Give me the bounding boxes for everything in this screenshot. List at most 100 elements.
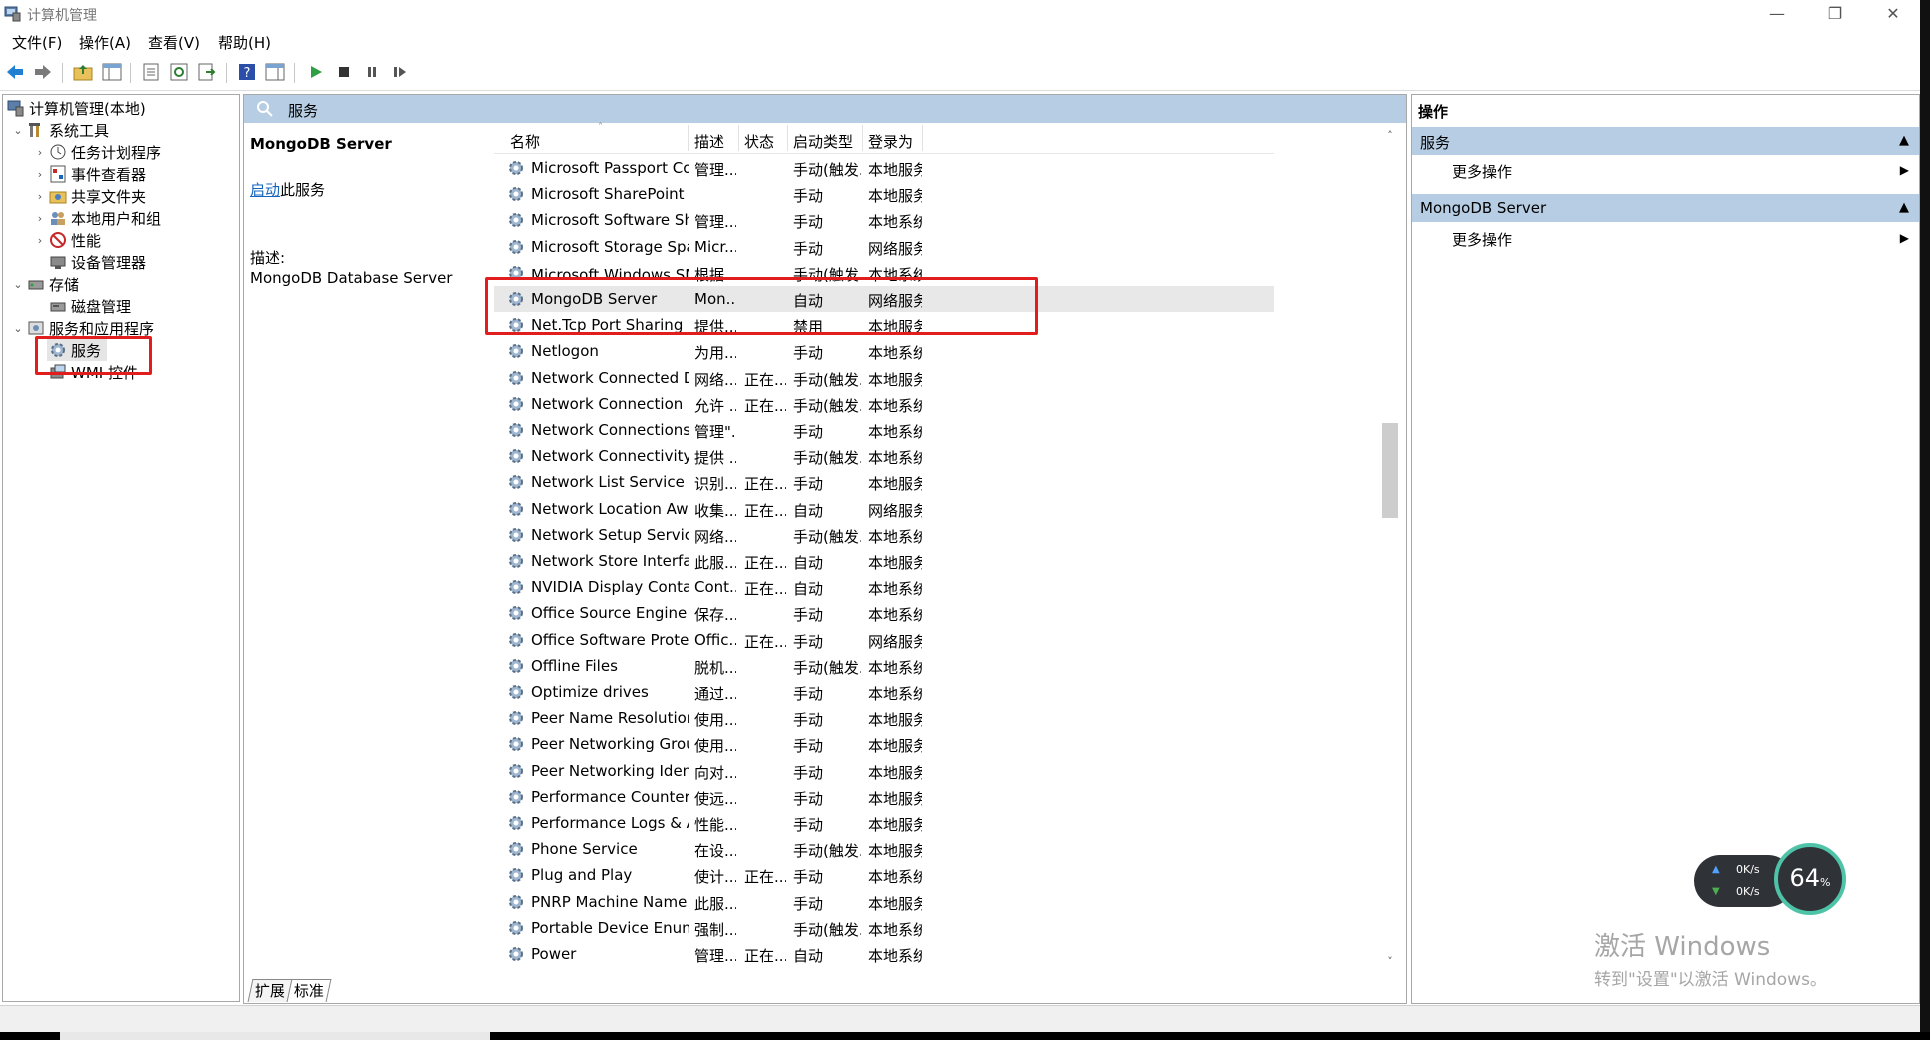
maximize-button[interactable]: ❐ <box>1806 0 1864 28</box>
chevron-right-icon[interactable]: › <box>33 190 47 203</box>
help-icon[interactable]: ? <box>236 61 258 83</box>
collapse-icon[interactable]: ▲ <box>1899 133 1909 148</box>
scroll-up-icon[interactable]: ˄ <box>1380 129 1400 142</box>
cell-name: Network Connection Broker <box>531 394 689 413</box>
table-row[interactable]: Office Software Protection ... Offic... 正在… <box>494 627 1274 653</box>
submenu-arrow-icon: ▶ <box>1899 231 1909 245</box>
tree-node-local-users[interactable]: › 本地用户和组 <box>33 207 161 229</box>
menu-help[interactable]: 帮助(H) <box>218 32 271 53</box>
refresh-icon[interactable] <box>168 61 190 83</box>
menu-view[interactable]: 查看(V) <box>148 32 200 53</box>
table-row[interactable]: Network List Service 识别... 正在... 手动 本地服务 <box>494 469 1274 495</box>
column-divider[interactable] <box>922 125 923 151</box>
table-row[interactable]: Power 管理... 正在... 自动 本地系统 <box>494 941 1274 967</box>
column-log-on-as[interactable]: 登录为 <box>868 131 913 152</box>
tree-node-event-viewer[interactable]: › 事件查看器 <box>33 163 146 185</box>
tree-node-shared-folders[interactable]: › 共享文件夹 <box>33 185 146 207</box>
table-row[interactable]: Microsoft Storage Spaces S... Micr... 手动 网络… <box>494 234 1274 260</box>
chevron-down-icon[interactable]: ⌄ <box>11 124 25 137</box>
table-row[interactable]: Network Location Awarene... 收集... 正在... 自动 网… <box>494 496 1274 522</box>
table-row[interactable]: Performance Counter DLL ... 使远... 手动 本地服务 <box>494 784 1274 810</box>
section-title: 服务 <box>1420 134 1451 152</box>
table-row[interactable]: Microsoft SharePoint Work... 手动 本地服务 <box>494 181 1274 207</box>
tab-standard[interactable]: 标准 <box>286 979 332 1002</box>
column-status[interactable]: 状态 <box>744 131 774 152</box>
table-row[interactable]: Network Store Interface Se... 此服... 正在... 自… <box>494 548 1274 574</box>
forward-icon[interactable] <box>32 61 54 83</box>
table-row[interactable]: Microsoft Software Shado... 管理... 手动 本地系统 <box>494 207 1274 233</box>
table-row[interactable]: Network Setup Service 网络... 手动(触发... 本地系统 <box>494 522 1274 548</box>
start-service-icon[interactable] <box>305 61 327 83</box>
action-pane-icon[interactable] <box>264 61 286 83</box>
cell-startup-type: 手动 <box>793 239 824 258</box>
tree-node-storage[interactable]: ⌄ 存储 <box>11 273 79 295</box>
chevron-right-icon[interactable]: › <box>33 234 47 247</box>
show-hide-console-tree-icon[interactable] <box>101 61 123 83</box>
tree-node-system-tools[interactable]: ⌄ 系统工具 <box>11 119 109 141</box>
chevron-right-icon[interactable]: › <box>33 212 47 225</box>
table-row[interactable]: Peer Networking Identity ... 向对... 手动 本地服务 <box>494 758 1274 784</box>
menu-file[interactable]: 文件(F) <box>12 32 62 53</box>
tab-extended[interactable]: 扩展 <box>247 979 293 1002</box>
back-icon[interactable] <box>4 61 26 83</box>
table-row[interactable]: Office Source Engine 保存... 手动 本地系统 <box>494 600 1274 626</box>
tree-node-computer-management[interactable]: 计算机管理(本地) <box>5 97 146 119</box>
export-list-icon[interactable] <box>196 61 218 83</box>
table-row[interactable]: Offline Files 脱机... 手动(触发... 本地系统 <box>494 653 1274 679</box>
cell-name: Plug and Play <box>531 866 633 885</box>
table-row[interactable]: Peer Networking Grouping 使用... 手动 本地服务 <box>494 731 1274 757</box>
selected-service-name: MongoDB Server <box>250 135 392 153</box>
chevron-right-icon[interactable]: › <box>33 146 47 159</box>
minimize-button[interactable]: — <box>1748 0 1806 28</box>
start-service-link[interactable]: 启动 <box>250 181 280 199</box>
tab-standard-label: 标准 <box>293 982 324 1000</box>
cell-startup-type: 手动 <box>793 344 824 363</box>
column-divider[interactable] <box>688 125 689 151</box>
actions-section-mongodb[interactable]: MongoDB Server ▲ <box>1412 194 1919 222</box>
table-row[interactable]: Optimize drives 通过... 手动 本地系统 <box>494 679 1274 705</box>
table-row[interactable]: Microsoft Passport Container 管理... 手动(触发..… <box>494 155 1274 181</box>
scroll-down-icon[interactable]: ˅ <box>1380 955 1400 968</box>
table-row[interactable]: NVIDIA Display Container LS Cont... 正在... 自… <box>494 574 1274 600</box>
column-divider[interactable] <box>787 125 788 151</box>
tree-node-device-manager[interactable]: 设备管理器 <box>47 251 146 273</box>
table-row[interactable]: Netlogon 为用... 手动 本地系统 <box>494 338 1274 364</box>
table-row[interactable]: Performance Logs & Alerts 性能... 手动 本地服务 <box>494 810 1274 836</box>
table-row[interactable]: Plug and Play 使计... 正在... 手动 本地系统 <box>494 862 1274 888</box>
actions-section-services[interactable]: 服务 ▲ <box>1412 127 1919 155</box>
pause-service-icon[interactable] <box>361 61 383 83</box>
restart-service-icon[interactable] <box>389 61 411 83</box>
table-row[interactable]: Network Connectivity Assis... 提供 ... 手动(触发… <box>494 443 1274 469</box>
scrollbar-thumb[interactable] <box>1382 423 1398 518</box>
column-divider[interactable] <box>862 125 863 151</box>
up-folder-icon[interactable] <box>72 61 94 83</box>
table-row[interactable]: Network Connection Broker 允许 ... 正在... 手动(触… <box>494 391 1274 417</box>
vertical-scrollbar[interactable]: ˄ ˅ <box>1380 123 1400 973</box>
column-divider[interactable] <box>738 125 739 151</box>
table-row[interactable]: Phone Service 在设... 手动(触发... 本地服务 <box>494 836 1274 862</box>
properties-icon[interactable] <box>140 61 162 83</box>
close-button[interactable]: ✕ <box>1864 0 1922 28</box>
chevron-down-icon[interactable]: ⌄ <box>11 322 25 335</box>
stop-service-icon[interactable] <box>333 61 355 83</box>
table-row[interactable]: PNRP Machine Name Publ... 此服... 手动 本地服务 <box>494 889 1274 915</box>
more-actions-item[interactable]: 更多操作 <box>1452 229 1512 250</box>
tree-node-task-scheduler[interactable]: › 任务计划程序 <box>33 141 161 163</box>
column-startup-type[interactable]: 启动类型 <box>793 131 853 152</box>
menu-action[interactable]: 操作(A) <box>79 32 131 53</box>
collapse-icon[interactable]: ▲ <box>1899 200 1909 215</box>
table-row[interactable]: Portable Device Enumerat... 强制... 手动(触发...… <box>494 915 1274 941</box>
tree-node-disk-management[interactable]: 磁盘管理 <box>47 295 131 317</box>
table-row[interactable]: Peer Name Resolution Pro... 使用... 手动 本地服务 <box>494 705 1274 731</box>
table-row[interactable]: Network Connections 管理"... 手动 本地系统 <box>494 417 1274 443</box>
services-apps-icon <box>27 319 45 337</box>
chevron-right-icon[interactable]: › <box>33 168 47 181</box>
tree-node-performance[interactable]: › 性能 <box>33 229 101 251</box>
table-row[interactable]: Network Connected Devic... 网络... 正在... 手动(触… <box>494 365 1274 391</box>
column-name[interactable]: 名称 <box>510 131 540 152</box>
network-speed-widget[interactable]: ▲ 0K/s ▼ 0K/s 64% <box>1694 843 1846 919</box>
taskbar-item[interactable] <box>60 1032 490 1040</box>
column-description[interactable]: 描述 <box>694 131 724 152</box>
more-actions-item[interactable]: 更多操作 <box>1452 161 1512 182</box>
chevron-down-icon[interactable]: ⌄ <box>11 278 25 291</box>
